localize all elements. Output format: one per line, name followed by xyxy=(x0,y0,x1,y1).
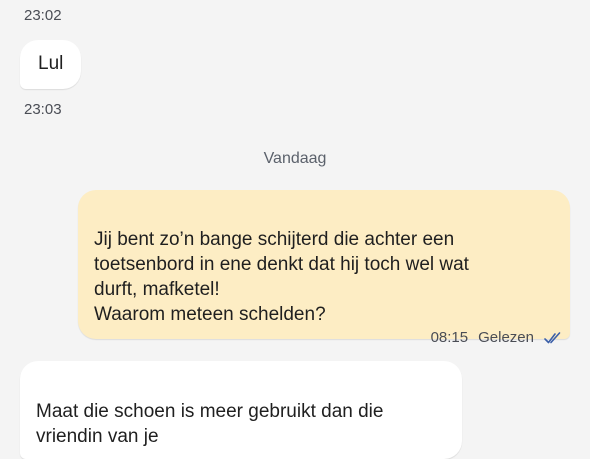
message-text: Jij bent zo’n bange schijterd die achter… xyxy=(94,229,469,325)
incoming-message-bubble[interactable]: Lul xyxy=(20,40,82,89)
message-text: Maat die schoen is meer gebruikt dan die… xyxy=(36,401,384,447)
message-timestamp: 23:02 xyxy=(24,7,62,24)
read-status: Gelezen xyxy=(478,329,534,346)
message-text: Lul xyxy=(38,53,64,74)
day-separator: Vandaag xyxy=(263,150,327,167)
message-timestamp: 23:03 xyxy=(24,101,62,118)
outgoing-message-bubble[interactable]: Jij bent zo’n bange schijterd die achter… xyxy=(78,190,570,339)
message-status-row: 08:15 Gelezen xyxy=(431,329,564,346)
message-time: 08:15 xyxy=(430,329,469,346)
double-check-icon xyxy=(544,331,564,345)
incoming-message-bubble[interactable]: Maat die schoen is meer gebruikt dan die… xyxy=(20,361,462,459)
